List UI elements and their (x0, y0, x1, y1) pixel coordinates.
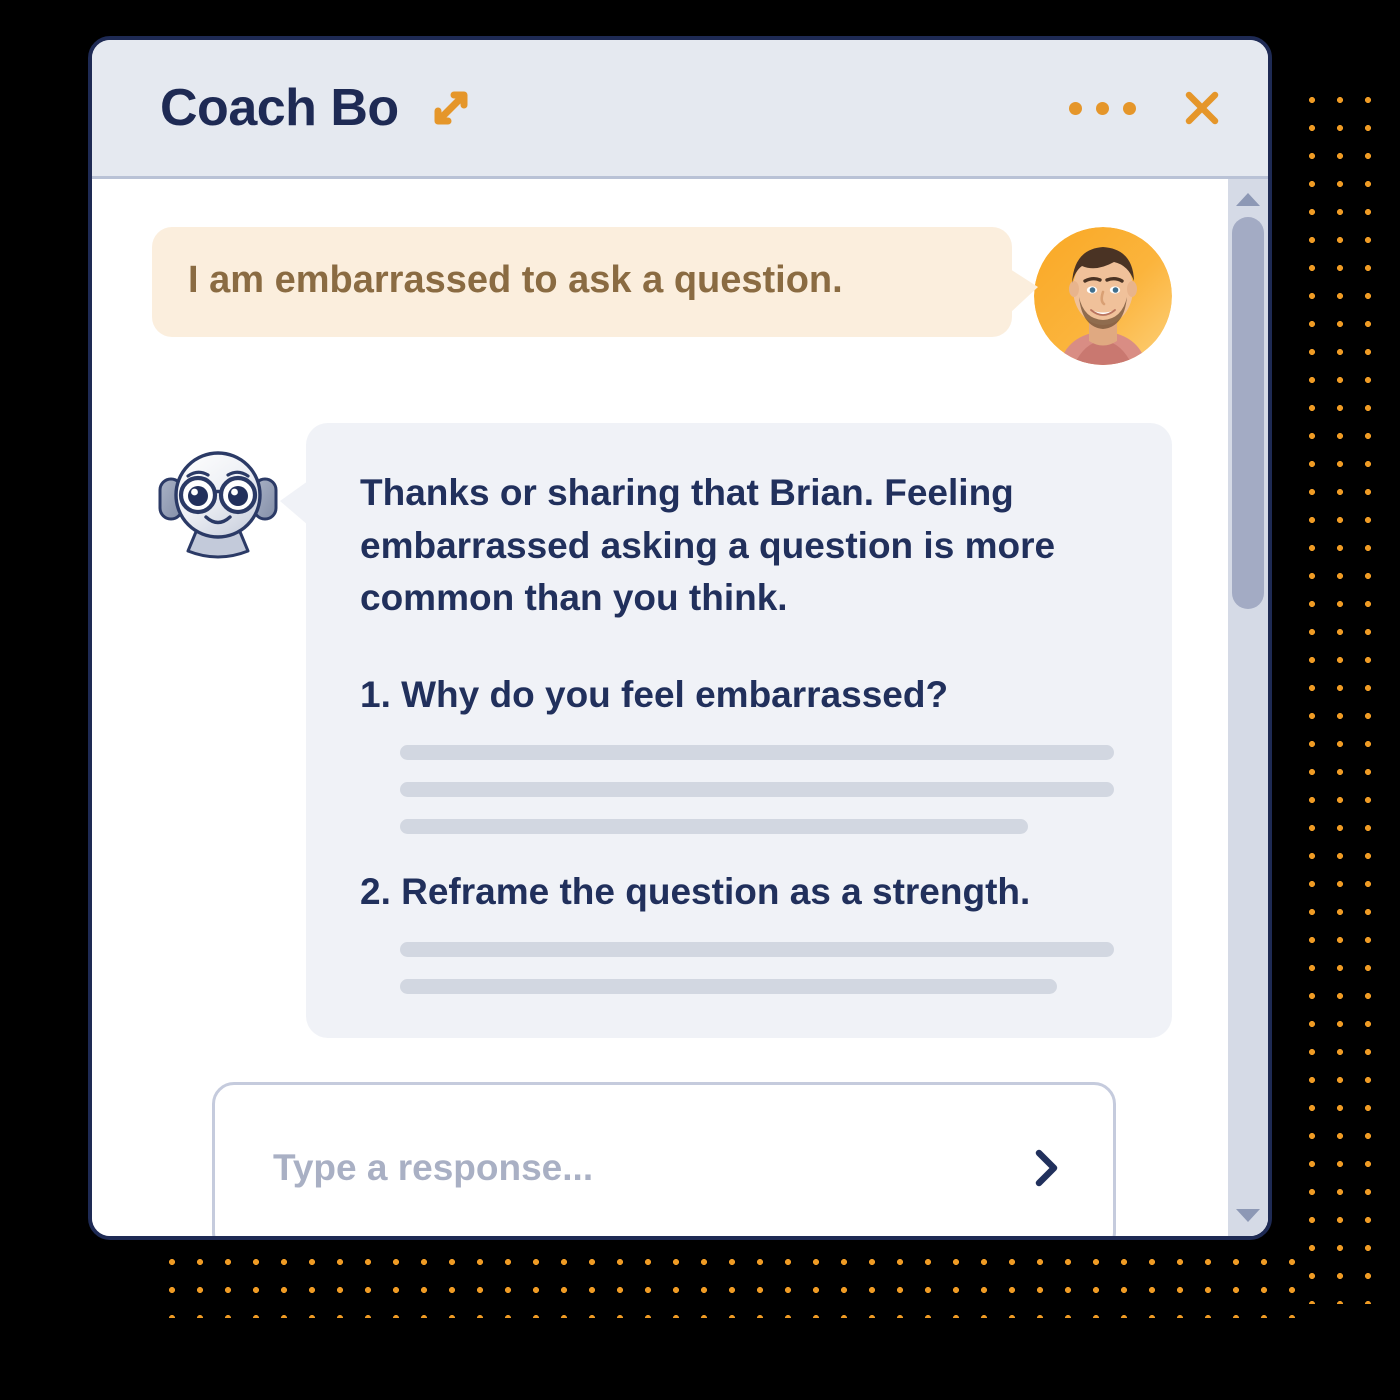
bot-message-paragraph: Thanks or sharing that Brian. Feeling em… (360, 472, 1056, 619)
skeleton-group (360, 744, 1114, 834)
caret-up-icon[interactable] (1234, 189, 1262, 209)
page-title: Coach Bo (160, 79, 399, 137)
user-message-bubble: I am embarrassed to ask a question. (152, 227, 1038, 337)
skeleton-line (400, 818, 1029, 834)
bot-list-item-title: 1. Why do you feel embarrassed? (360, 673, 949, 715)
vertical-scrollbar[interactable] (1228, 179, 1268, 1236)
titlebar-right-group (1069, 86, 1224, 130)
bot-list-item: 1. Why do you feel embarrassed? (360, 671, 1114, 834)
skeleton-line (400, 978, 1057, 994)
close-x-icon[interactable] (1180, 86, 1224, 130)
skeleton-line (400, 941, 1114, 957)
composer[interactable] (212, 1081, 1116, 1236)
window-body: I am embarrassed to ask a question. Than… (92, 179, 1268, 1236)
scrollbar-track[interactable] (1228, 217, 1268, 1198)
message-row-bot: Thanks or sharing that Brian. Feeling em… (152, 423, 1172, 1038)
scrollbar-thumb[interactable] (1232, 217, 1264, 610)
robot-mascot-avatar (152, 435, 284, 567)
user-message-text: I am embarrassed to ask a question. (188, 259, 843, 301)
caret-down-icon[interactable] (1234, 1206, 1262, 1226)
chat-window: Coach Bo I am embarrassed to ask a quest… (88, 36, 1272, 1240)
chat-message-list: I am embarrassed to ask a question. Than… (92, 179, 1228, 1236)
skeleton-line (400, 744, 1114, 760)
message-row-user: I am embarrassed to ask a question. (152, 227, 1172, 365)
bot-list-item-title: 2. Reframe the question as a strength. (360, 870, 1031, 912)
bot-message-bubble: Thanks or sharing that Brian. Feeling em… (280, 423, 1172, 1038)
decorative-dot-pattern-bottom (158, 1248, 1298, 1318)
titlebar-left-group: Coach Bo (160, 82, 1069, 134)
skeleton-line (400, 781, 1114, 797)
send-button[interactable] (1019, 1141, 1073, 1195)
response-input[interactable] (271, 1145, 1019, 1190)
decorative-dot-pattern-right (1298, 86, 1374, 1304)
kebab-menu-icon[interactable] (1069, 101, 1136, 115)
user-photo-avatar (1034, 227, 1172, 365)
window-titlebar: Coach Bo (92, 40, 1268, 179)
bot-list-item: 2. Reframe the question as a strength. (360, 868, 1114, 994)
kebab-dot (1096, 101, 1109, 115)
composer-container (152, 1037, 1172, 1236)
chevron-right-icon (1035, 1149, 1058, 1187)
kebab-dot (1123, 101, 1136, 115)
expand-diagonal-icon[interactable] (425, 82, 477, 134)
kebab-dot (1069, 101, 1082, 115)
skeleton-group (360, 941, 1114, 994)
